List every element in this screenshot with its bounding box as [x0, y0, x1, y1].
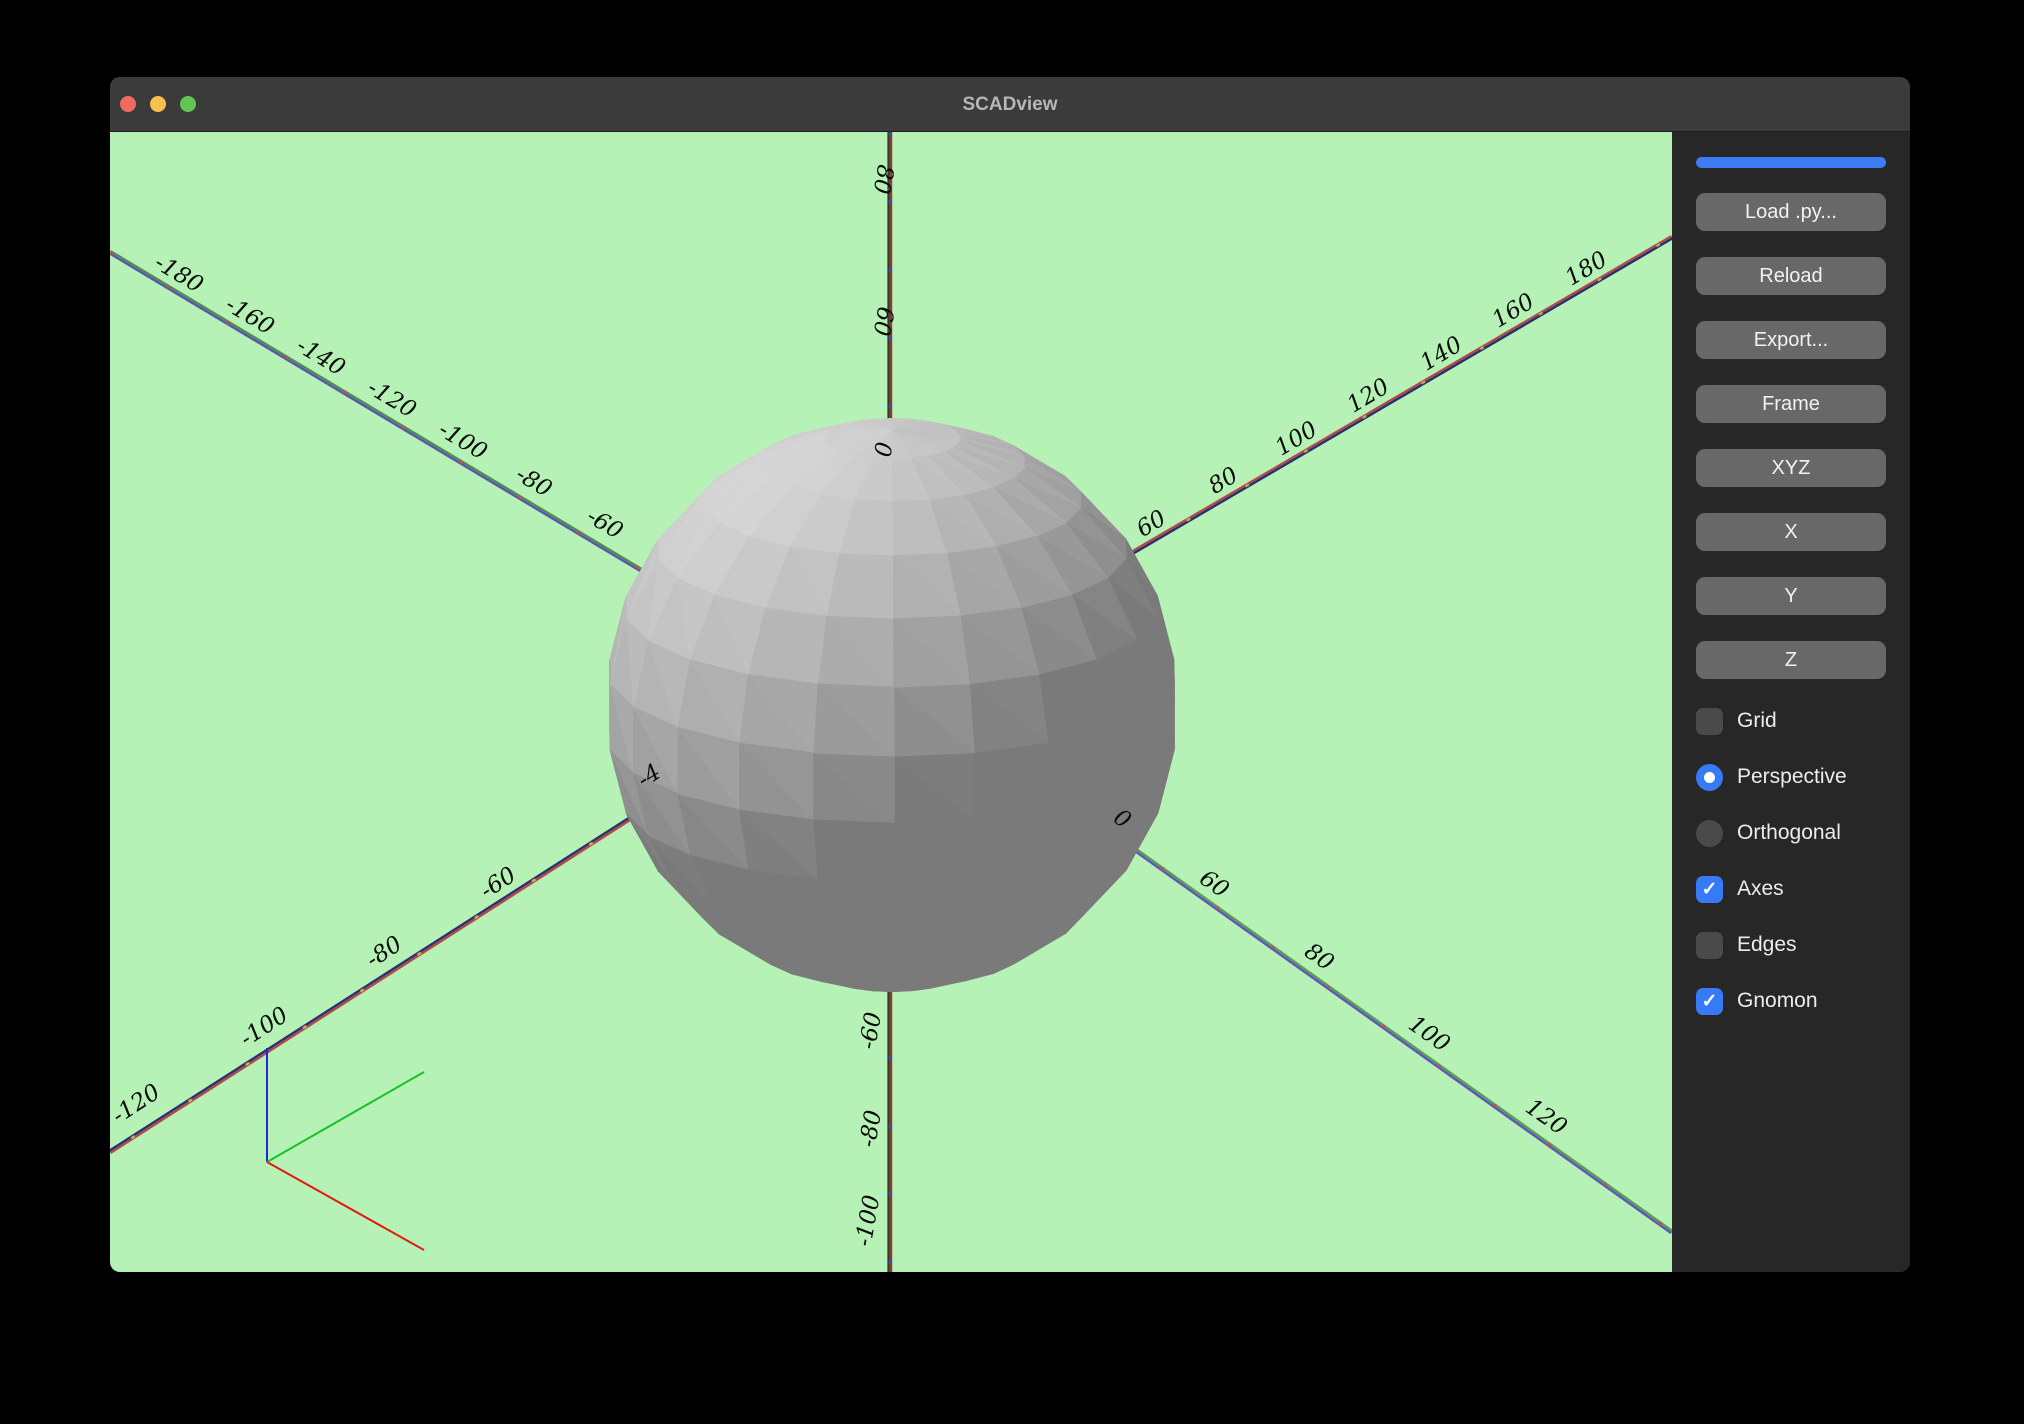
- export-button[interactable]: Export...: [1696, 321, 1886, 359]
- y-positive-tick-label-60: 60: [1195, 865, 1234, 903]
- x-positive-tick-label-100: 100: [1271, 417, 1322, 462]
- sidebar-buttons: Load .py... Reload Export... Frame XYZ X Y Z: [1696, 193, 1886, 679]
- perspective-toggle-row[interactable]: Perspective: [1696, 763, 1886, 791]
- gnomon-label: Gnomon: [1737, 989, 1818, 1012]
- edges-toggle-row[interactable]: Edges: [1696, 931, 1886, 959]
- gnomon-toggle-row[interactable]: ✓ Gnomon: [1696, 987, 1886, 1015]
- x-negative-tick-label--80: -80: [362, 931, 407, 973]
- z-button[interactable]: Z: [1696, 641, 1886, 679]
- y-negative-tick-label--60: -60: [582, 503, 627, 544]
- window-title: SCADview: [962, 94, 1058, 115]
- z-negative-tick-label--80: -80: [855, 1108, 887, 1149]
- z-negative-tick-label--100: -100: [851, 1193, 886, 1248]
- sidebar: Load .py... Reload Export... Frame XYZ X Y Z Gr…: [1672, 132, 1910, 1272]
- desktop-background: SCADview -180 -160 -140 -120 -100 -80 -60 60 80 1…: [0, 0, 2024, 1424]
- grid-checkbox[interactable]: [1696, 707, 1723, 735]
- orthogonal-toggle-row[interactable]: Orthogonal: [1696, 819, 1886, 847]
- axis-labels-layer: -180 -160 -140 -120 -100 -80 -60 60 80 100 120 140 1…: [110, 163, 1612, 1249]
- x-positive-tick-label-60: 60: [1132, 505, 1170, 542]
- orthogonal-radio[interactable]: [1696, 819, 1723, 847]
- axes-toggle-row[interactable]: ✓ Axes: [1696, 875, 1886, 903]
- y-positive-tick-label-80: 80: [1300, 938, 1339, 976]
- grid-toggle-row[interactable]: Grid: [1696, 707, 1886, 735]
- perspective-radio[interactable]: [1696, 763, 1723, 791]
- edges-checkbox[interactable]: [1696, 931, 1723, 959]
- scadview-window: SCADview -180 -160 -140 -120 -100 -80 -60 60 80 1…: [110, 77, 1910, 1272]
- perspective-label: Perspective: [1737, 765, 1847, 788]
- y-negative-tick-label--100: -100: [434, 417, 492, 466]
- gnomon-checkbox[interactable]: ✓: [1696, 987, 1723, 1015]
- frame-button[interactable]: Frame: [1696, 385, 1886, 423]
- y-positive-tick-label-100: 100: [1404, 1011, 1455, 1057]
- x-positive-tick-label-140: 140: [1416, 332, 1467, 377]
- z-positive-tick-label-60: 60: [868, 305, 899, 338]
- y-positive-tick-label-120: 120: [1521, 1094, 1572, 1140]
- y-button[interactable]: Y: [1696, 577, 1886, 615]
- y-negative-tick-label--140: -140: [292, 333, 350, 382]
- x-negative-tick-label--4: -4: [633, 759, 666, 793]
- load-py-button[interactable]: Load .py...: [1696, 193, 1886, 231]
- x-positive-tick-label-180: 180: [1561, 247, 1612, 292]
- sidebar-toggles: Grid Perspective Orthogonal ✓ Axes Edges ✓ Gnom…: [1696, 707, 1886, 1015]
- y-positive-tick-label-0: 0: [1109, 804, 1136, 834]
- z-positive-tick-label-0: 0: [868, 440, 896, 459]
- z-positive-tick-label-80: 80: [868, 163, 899, 196]
- x-negative-tick-label--100: -100: [235, 1002, 292, 1052]
- progress-bar: [1696, 157, 1886, 168]
- perspective-radio-dot: [1704, 771, 1715, 783]
- x-positive-tick-label-120: 120: [1343, 374, 1394, 419]
- z-negative-tick-label--60: -60: [855, 1010, 887, 1051]
- axes-label: Axes: [1737, 877, 1784, 900]
- y-negative-tick-label--180: -180: [150, 250, 208, 299]
- x-button[interactable]: X: [1696, 513, 1886, 551]
- titlebar[interactable]: SCADview: [110, 77, 1910, 132]
- x-positive-tick-label-80: 80: [1204, 462, 1242, 499]
- reload-button[interactable]: Reload: [1696, 257, 1886, 295]
- axes-checkbox[interactable]: ✓: [1696, 875, 1723, 903]
- y-negative-tick-label--120: -120: [363, 375, 421, 424]
- grid-label: Grid: [1737, 709, 1777, 732]
- x-negative-tick-label--60: -60: [476, 862, 521, 904]
- xyz-button[interactable]: XYZ: [1696, 449, 1886, 487]
- x-positive-tick-label-160: 160: [1488, 289, 1539, 334]
- y-negative-tick-label--80: -80: [511, 461, 556, 502]
- edges-label: Edges: [1737, 933, 1797, 956]
- viewport-3d[interactable]: -180 -160 -140 -120 -100 -80 -60 60 80 100 120 140 1…: [110, 132, 1672, 1272]
- x-negative-tick-label--120: -120: [110, 1079, 165, 1129]
- y-negative-tick-label--160: -160: [221, 292, 279, 341]
- orthogonal-label: Orthogonal: [1737, 821, 1841, 844]
